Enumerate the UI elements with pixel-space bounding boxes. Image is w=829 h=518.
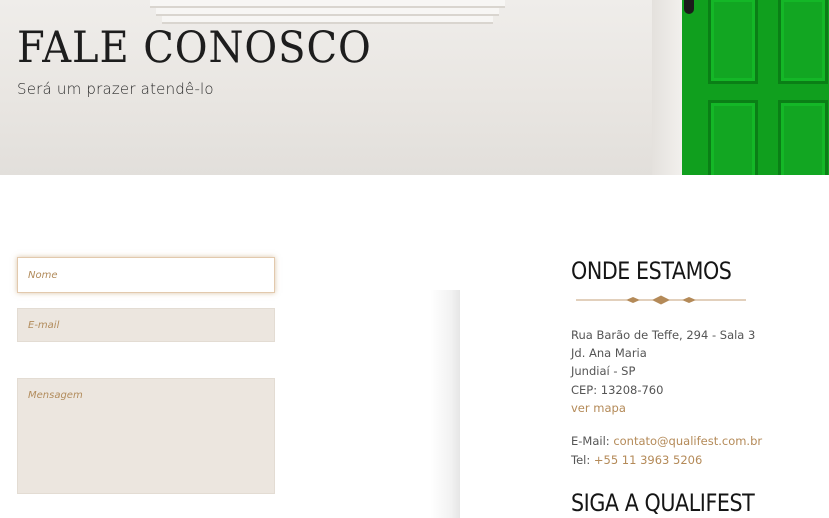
location-heading: ONDE ESTAMOS [571,257,732,285]
door-panel [708,0,758,84]
address-city: Jundiaí - SP [571,364,636,379]
page-subtitle: Será um prazer atendê-lo [17,80,214,98]
address-zip: CEP: 13208-760 [571,382,664,397]
ornament-divider [576,295,746,305]
hero-banner: FALE CONOSCO Será um prazer atendê-lo [0,0,829,175]
name-field[interactable] [17,257,275,293]
email-link[interactable]: contato@qualifest.com.br [613,434,762,448]
door-panel [708,100,758,175]
door-panel [778,0,828,84]
address-street: Rua Barão de Teffe, 294 - Sala 3 [571,328,756,342]
contact-block: E-Mail: contato@qualifest.com.br Tel: +5… [571,432,762,469]
wall-molding [150,0,505,8]
address-district: Jd. Ana Maria [571,346,647,361]
email-label: E-Mail: [571,434,610,448]
form-column-shadow [430,290,460,518]
door-panel [778,100,828,175]
email-row: E-Mail: contato@qualifest.com.br [571,432,762,451]
wall-molding [156,8,499,16]
phone-label: Tel: [571,452,591,467]
address-block: Rua Barão de Teffe, 294 - Sala 3 Jd. Ana… [571,326,755,417]
message-field[interactable] [17,378,275,494]
door-hinge [684,0,694,14]
door-frame [652,0,682,175]
page-title: FALE CONOSCO [17,23,372,73]
phone-row: Tel: +55 11 3963 5206 [571,451,762,470]
green-door-image [682,0,829,175]
social-heading: SIGA A QUALIFEST [571,489,755,517]
email-field[interactable] [17,308,275,342]
map-link[interactable]: ver mapa [571,401,626,415]
phone-link[interactable]: +55 11 3963 5206 [594,453,702,467]
